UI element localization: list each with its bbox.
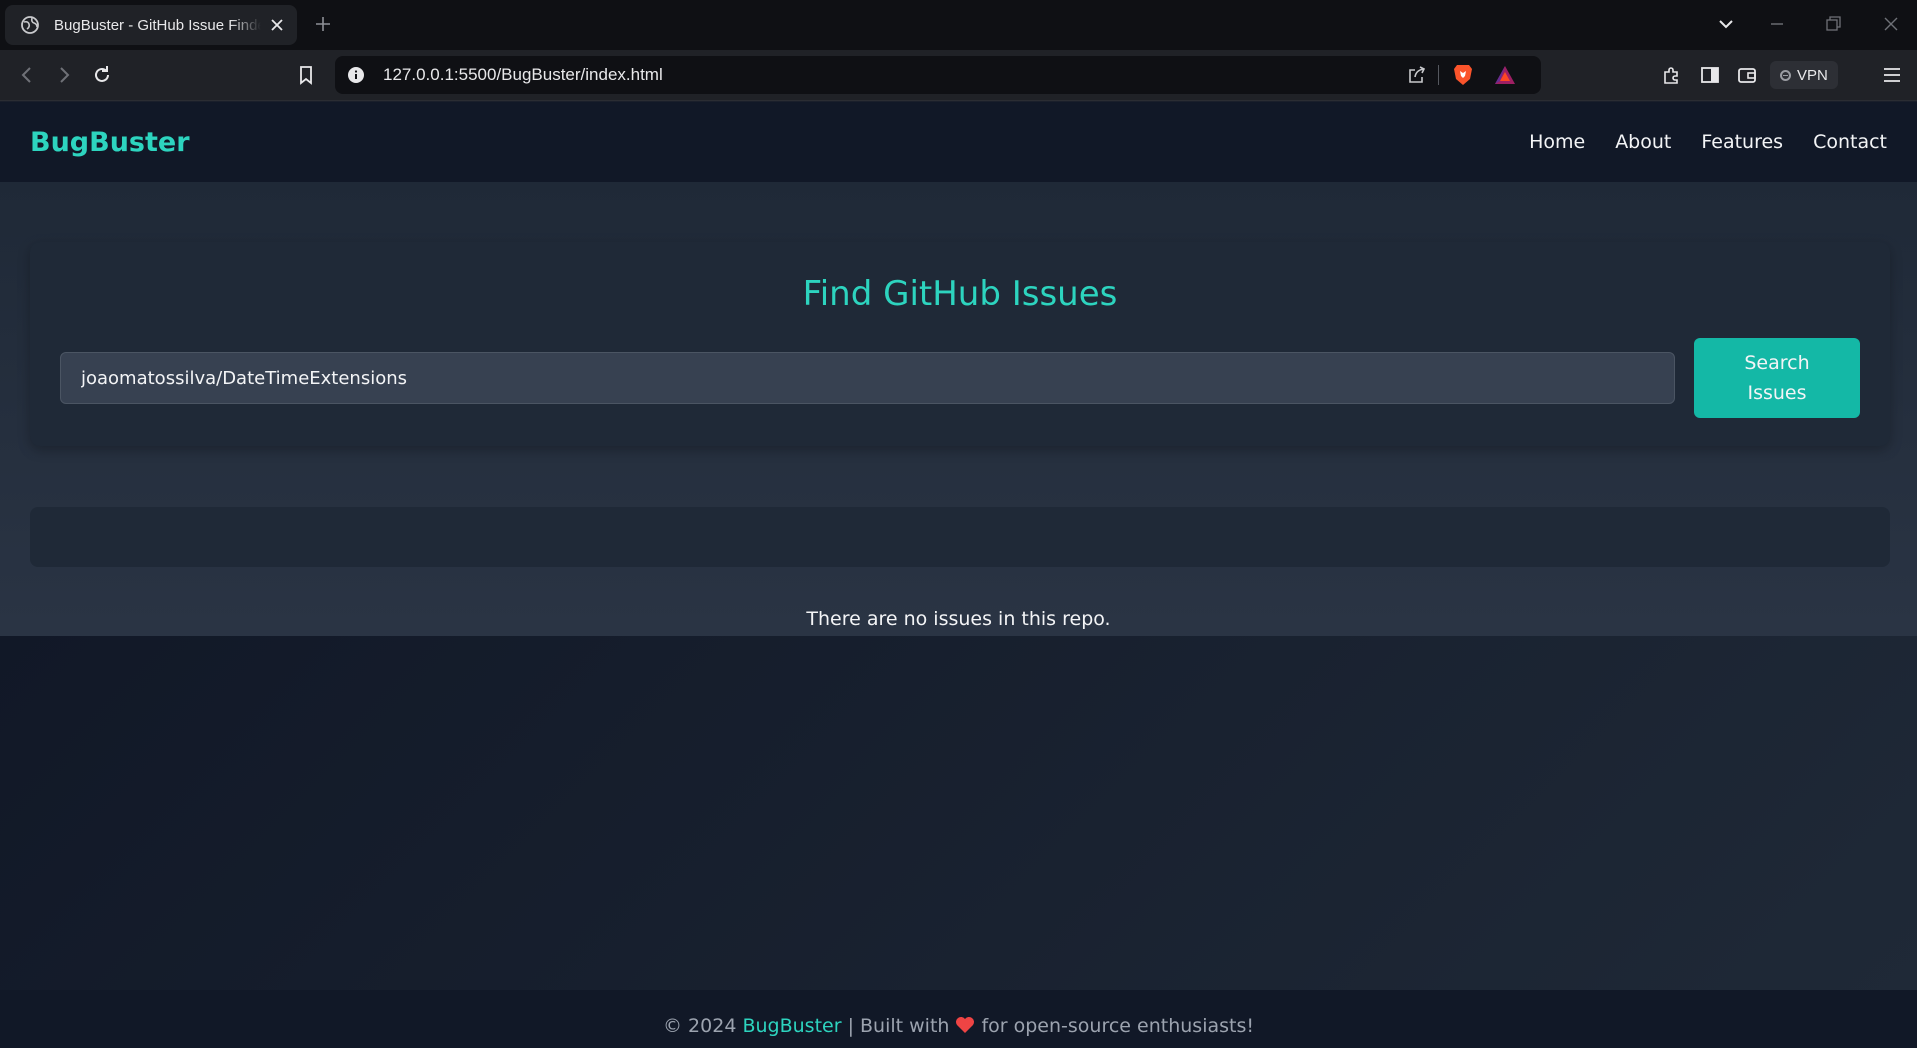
vpn-status-icon — [1780, 69, 1791, 81]
browser-toolbar: 127.0.0.1:5500/BugBuster/index.html VPN — [0, 50, 1917, 101]
url-text: 127.0.0.1:5500/BugBuster/index.html — [383, 65, 663, 84]
search-title: Find GitHub Issues — [802, 274, 1118, 314]
address-bar-divider — [1438, 65, 1439, 85]
new-tab-icon[interactable] — [314, 15, 332, 33]
browser-tab-bar: BugBuster - GitHub Issue Finder — [0, 0, 1917, 50]
main-section: Find GitHub Issues Search Issues There a… — [0, 182, 1917, 636]
window-close-icon[interactable] — [1882, 15, 1900, 33]
browser-tab[interactable]: BugBuster - GitHub Issue Finder — [5, 5, 297, 45]
search-button-label-line1: Search — [1744, 352, 1810, 374]
footer-suffix: for open-source enthusiasts! — [981, 1015, 1254, 1037]
brave-shields-icon[interactable] — [1452, 63, 1474, 87]
nav-links: Home About Features Contact — [1529, 131, 1887, 153]
site-navbar: BugBuster Home About Features Contact — [0, 102, 1917, 182]
vpn-button[interactable]: VPN — [1770, 61, 1838, 89]
tab-list-chevron-icon[interactable] — [1717, 15, 1735, 33]
footer-copyright: © 2024 — [663, 1015, 743, 1037]
page-viewport: BugBuster Home About Features Contact Fi… — [0, 102, 1917, 1048]
vpn-label: VPN — [1797, 66, 1828, 84]
nav-link-about[interactable]: About — [1615, 131, 1671, 153]
page-background — [0, 636, 1917, 990]
nav-link-contact[interactable]: Contact — [1813, 131, 1887, 153]
footer-brand: BugBuster — [742, 1015, 842, 1037]
heart-icon — [956, 1017, 975, 1033]
search-card: Find GitHub Issues Search Issues — [30, 242, 1890, 446]
address-bar[interactable]: 127.0.0.1:5500/BugBuster/index.html — [335, 56, 1541, 94]
forward-icon[interactable] — [53, 64, 75, 86]
footer-built-with: | Built with — [841, 1015, 950, 1037]
brave-rewards-icon[interactable] — [1494, 65, 1516, 85]
nav-link-features[interactable]: Features — [1701, 131, 1783, 153]
search-issues-button[interactable]: Search Issues — [1694, 338, 1860, 418]
site-logo[interactable]: BugBuster — [30, 127, 190, 158]
wallet-icon[interactable] — [1736, 64, 1758, 86]
share-icon[interactable] — [1407, 65, 1427, 85]
sidebar-icon[interactable] — [1699, 64, 1721, 86]
minimize-icon[interactable] — [1768, 15, 1786, 33]
menu-icon[interactable] — [1881, 64, 1903, 86]
globe-icon — [21, 16, 39, 34]
nav-link-home[interactable]: Home — [1529, 131, 1585, 153]
tab-title: BugBuster - GitHub Issue Finder — [54, 16, 261, 34]
site-info-icon[interactable] — [347, 66, 365, 84]
site-footer: © 2024 BugBuster | Built with for open-so… — [0, 990, 1917, 1048]
results-container — [30, 507, 1890, 567]
bookmark-icon[interactable] — [295, 64, 317, 86]
reload-icon[interactable] — [91, 64, 113, 86]
repo-search-input[interactable] — [60, 352, 1675, 404]
back-icon[interactable] — [16, 64, 38, 86]
extensions-icon[interactable] — [1661, 64, 1683, 86]
search-button-label-line2: Issues — [1747, 382, 1807, 404]
restore-icon[interactable] — [1824, 15, 1842, 33]
close-icon[interactable] — [269, 17, 285, 33]
footer-text: © 2024 BugBuster | Built with for open-so… — [663, 1015, 1254, 1037]
empty-results-message: There are no issues in this repo. — [806, 608, 1111, 630]
